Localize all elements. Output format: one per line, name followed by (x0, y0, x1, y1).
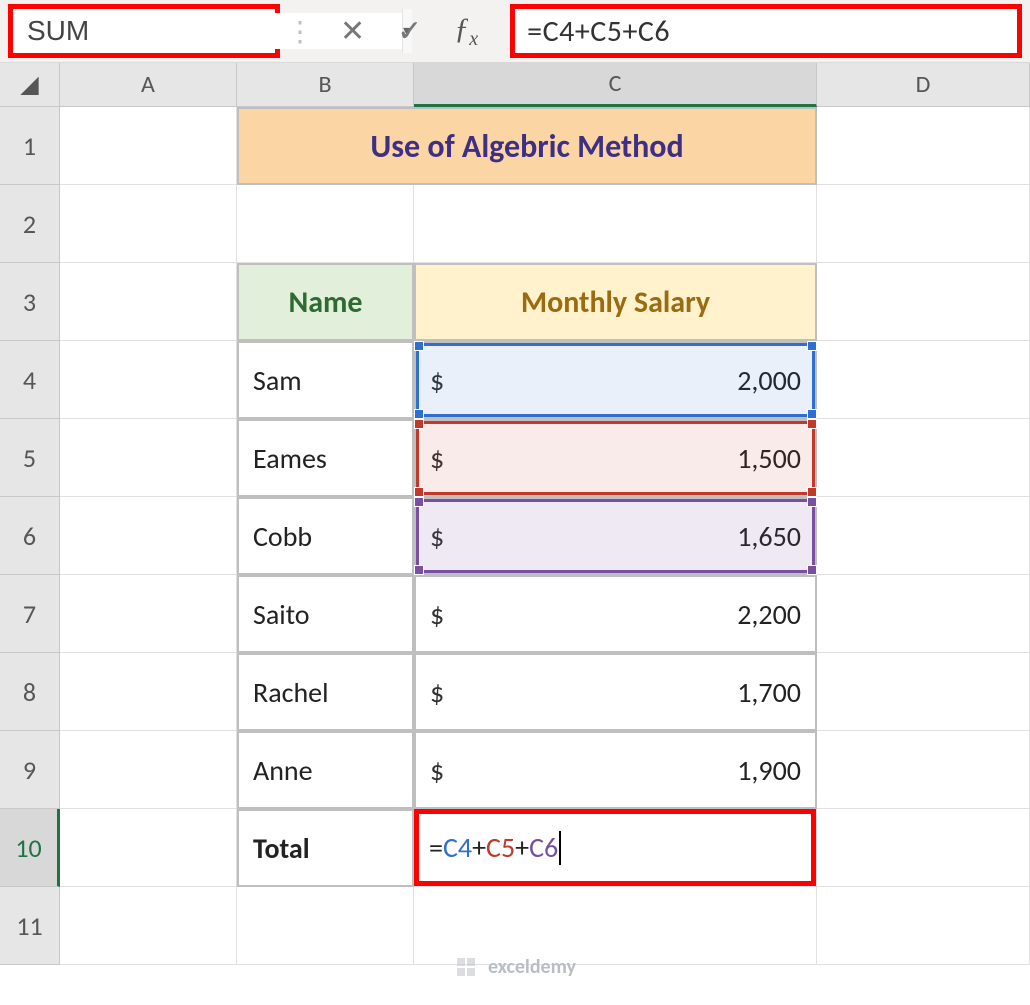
cancel-icon[interactable]: ✕ (340, 13, 365, 50)
row-header-4[interactable]: 4 (0, 341, 60, 419)
active-cell-formula[interactable]: =C4+C5+C6 (414, 809, 816, 886)
row-header-8[interactable]: 8 (0, 653, 60, 731)
title-cell[interactable]: Use of Algebric Method (237, 107, 817, 185)
table-header-salary[interactable]: Monthly Salary (414, 263, 817, 341)
salary-value: 1,650 (737, 519, 801, 554)
cell-B7[interactable]: Saito (237, 575, 414, 653)
currency-icon: $ (430, 519, 444, 554)
cell-A5[interactable] (60, 419, 237, 497)
row-header-1[interactable]: 1 (0, 107, 60, 185)
cell-B4[interactable]: Sam (237, 341, 414, 419)
cell-D10[interactable] (817, 809, 1030, 887)
cell-B10[interactable]: Total (237, 809, 414, 887)
separator-icon: ⋮ (286, 0, 314, 62)
cell-C2[interactable] (414, 185, 817, 263)
text-cursor-icon (559, 831, 561, 865)
cell-B11[interactable] (237, 887, 414, 965)
cell-D11[interactable] (817, 887, 1030, 965)
cell-B2[interactable] (237, 185, 414, 263)
cell-C6[interactable]: $ 1,650 (414, 497, 817, 575)
select-all-corner[interactable]: ◢ (0, 63, 60, 107)
cell-C11[interactable] (414, 887, 817, 965)
cell-A8[interactable] (60, 653, 237, 731)
row-header-5[interactable]: 5 (0, 419, 60, 497)
salary-value: 2,000 (737, 363, 801, 398)
salary-value: 1,900 (737, 753, 801, 788)
col-header-C[interactable]: C (414, 63, 817, 107)
formula-ref-2: C5 (486, 830, 515, 865)
cell-D8[interactable] (817, 653, 1030, 731)
formula-ref-3: C6 (529, 830, 558, 865)
cell-C4[interactable]: $ 2,000 (414, 341, 817, 419)
cell-A11[interactable] (60, 887, 237, 965)
table-header-name[interactable]: Name (237, 263, 414, 341)
salary-value: 2,200 (737, 597, 801, 632)
formula-op-2: + (515, 830, 529, 865)
formula-eq: = (429, 830, 443, 865)
cell-C7[interactable]: $ 2,200 (414, 575, 817, 653)
cell-A2[interactable] (60, 185, 237, 263)
cell-D1[interactable] (817, 107, 1030, 185)
cell-D6[interactable] (817, 497, 1030, 575)
salary-value: 1,700 (737, 675, 801, 710)
insert-function-icon[interactable]: ƒx (454, 12, 478, 51)
row-header-9[interactable]: 9 (0, 731, 60, 809)
cell-C10[interactable]: =C4+C5+C6 (414, 809, 817, 887)
cell-D7[interactable] (817, 575, 1030, 653)
cell-B5[interactable]: Eames (237, 419, 414, 497)
row-header-10[interactable]: 10 (0, 809, 60, 887)
cell-A10[interactable] (60, 809, 237, 887)
cell-A6[interactable] (60, 497, 237, 575)
cell-D3[interactable] (817, 263, 1030, 341)
row-header-7[interactable]: 7 (0, 575, 60, 653)
cell-C5[interactable]: $ 1,500 (414, 419, 817, 497)
cell-A7[interactable] (60, 575, 237, 653)
cell-B6[interactable]: Cobb (237, 497, 414, 575)
salary-value: 1,500 (737, 441, 801, 476)
cell-D9[interactable] (817, 731, 1030, 809)
row-header-11[interactable]: 11 (0, 887, 60, 965)
formula-input-highlight: =C4+C5+C6 (510, 4, 1022, 58)
cell-B8[interactable]: Rachel (237, 653, 414, 731)
row-header-2[interactable]: 2 (0, 185, 60, 263)
cell-C9[interactable]: $ 1,900 (414, 731, 817, 809)
currency-icon: $ (430, 675, 444, 710)
page-title: Use of Algebric Method (237, 107, 817, 185)
currency-icon: $ (430, 753, 444, 788)
formula-bar: ▾ ⋮ ✕ ✓ ƒx =C4+C5+C6 (0, 0, 1030, 63)
formula-op-1: + (472, 830, 486, 865)
currency-icon: $ (430, 597, 444, 632)
col-header-D[interactable]: D (817, 63, 1030, 107)
spreadsheet-grid[interactable]: ◢ A B C D 1 Use of Algebric Method 2 3 N… (0, 63, 1030, 965)
cell-D2[interactable] (817, 185, 1030, 263)
cell-D5[interactable] (817, 419, 1030, 497)
cell-A1[interactable] (60, 107, 237, 185)
col-header-A[interactable]: A (60, 63, 237, 107)
enter-icon[interactable]: ✓ (397, 13, 422, 50)
name-box-highlight: ▾ (8, 4, 280, 58)
cell-A3[interactable] (60, 263, 237, 341)
cell-D4[interactable] (817, 341, 1030, 419)
formula-input[interactable]: =C4+C5+C6 (527, 13, 670, 50)
col-header-B[interactable]: B (237, 63, 414, 107)
formula-bar-buttons: ✕ ✓ ƒx (314, 0, 504, 62)
formula-ref-1: C4 (443, 830, 472, 865)
row-header-3[interactable]: 3 (0, 263, 60, 341)
cell-A9[interactable] (60, 731, 237, 809)
cell-A4[interactable] (60, 341, 237, 419)
currency-icon: $ (430, 363, 444, 398)
cell-B9[interactable]: Anne (237, 731, 414, 809)
cell-C8[interactable]: $ 1,700 (414, 653, 817, 731)
row-header-6[interactable]: 6 (0, 497, 60, 575)
currency-icon: $ (430, 441, 444, 476)
